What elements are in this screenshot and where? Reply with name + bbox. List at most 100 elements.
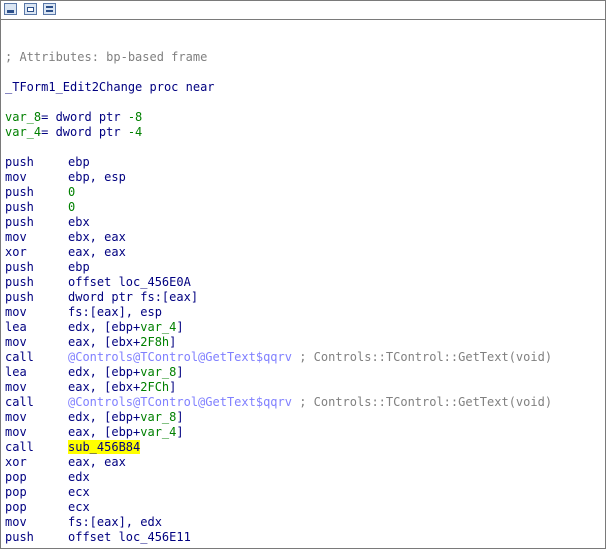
instruction-line[interactable]: mov eax, [ebp+var_4] [5, 425, 605, 440]
operand-suffix: ] [169, 335, 177, 349]
instruction-line[interactable]: xor eax, eax [5, 455, 605, 470]
var-reference[interactable]: var_8 [140, 365, 176, 379]
operand-prefix: eax, [ebx+ [68, 380, 141, 394]
mnemonic: lea [5, 365, 27, 379]
numeric-operand: 2F8h [140, 335, 170, 349]
instruction-line[interactable]: pop ecx [5, 500, 605, 515]
instruction-line[interactable]: call @Controls@TControl@GetText$qqrv ; Co… [5, 395, 605, 410]
operand: offset loc_456E11 [68, 530, 191, 544]
operand-suffix: ] [176, 320, 184, 334]
instruction-line[interactable]: mov eax, [ebx+2FCh] [5, 380, 605, 395]
call-comment: ; Controls::TControl::GetText(void) [291, 395, 553, 409]
mnemonic: push [5, 530, 34, 544]
operand: ebx, eax [68, 230, 126, 244]
operand-prefix: edx, [ebp+ [68, 320, 141, 334]
instruction-line[interactable]: lea edx, [ebp+var_8] [5, 365, 605, 380]
operand: ebp [68, 260, 90, 274]
external-call-target[interactable]: @Controls@TControl@GetText$qqrv [68, 395, 292, 409]
mnemonic: pop [5, 500, 27, 514]
operand: ebp [68, 155, 90, 169]
var-name[interactable]: var_8 [5, 110, 41, 124]
instruction-line[interactable]: mov edx, [ebp+var_8] [5, 410, 605, 425]
instruction-line[interactable]: lea edx, [ebp+var_4] [5, 320, 605, 335]
mnemonic: lea [5, 320, 27, 334]
operand-suffix: ] [176, 365, 184, 379]
instruction-line[interactable]: push 0 [5, 200, 605, 215]
operand: ecx [68, 500, 90, 514]
instruction-line[interactable]: push ebp [5, 155, 605, 170]
var-name[interactable]: var_4 [5, 125, 41, 139]
operand-suffix: ] [176, 425, 184, 439]
numeric-operand: 0 [68, 200, 76, 214]
mnemonic: call [5, 395, 34, 409]
instruction-line[interactable]: push offset loc_456E11 [5, 530, 605, 545]
var-reference[interactable]: var_4 [140, 425, 176, 439]
mnemonic: mov [5, 515, 27, 529]
mnemonic: push [5, 275, 34, 289]
mnemonic: mov [5, 380, 27, 394]
instruction-line[interactable]: mov fs:[eax], esp [5, 305, 605, 320]
mnemonic: push [5, 260, 34, 274]
mnemonic: push [5, 185, 34, 199]
operand-suffix: ] [169, 380, 177, 394]
var-reference[interactable]: var_4 [140, 320, 176, 334]
disassembly-listing: ; Attributes: bp-based frame _TForm1_Edi… [5, 20, 605, 545]
instruction-line[interactable]: call sub_456B84 [5, 440, 605, 455]
proc-header[interactable]: _TForm1_Edit2Change proc near [5, 80, 605, 95]
operand-prefix: edx, [ebp+ [68, 410, 141, 424]
var-reference[interactable]: var_8 [140, 410, 176, 424]
mnemonic: pop [5, 485, 27, 499]
disassembly-window: ; Attributes: bp-based frame _TForm1_Edi… [0, 0, 606, 549]
instruction-line[interactable]: push ebx [5, 215, 605, 230]
operand-suffix: ] [176, 410, 184, 424]
instruction-line[interactable]: push dword ptr fs:[eax] [5, 290, 605, 305]
instruction-line[interactable]: push offset loc_456E0A [5, 275, 605, 290]
instruction-line[interactable]: mov eax, [ebx+2F8h] [5, 335, 605, 350]
mnemonic: call [5, 440, 34, 454]
instruction-line[interactable]: push ebp [5, 260, 605, 275]
view-toolbar [1, 1, 605, 20]
graph-view-icon[interactable] [4, 3, 17, 15]
operand-prefix: eax, [ebx+ [68, 335, 141, 349]
operand: eax, eax [68, 455, 126, 469]
instruction-line[interactable]: xor eax, eax [5, 245, 605, 260]
var-definition: var_8= dword ptr -8 [5, 110, 605, 125]
operand: ebx [68, 215, 90, 229]
operand: fs:[eax], edx [68, 515, 162, 529]
numeric-operand: 2FCh [140, 380, 170, 394]
instruction-line[interactable]: pop edx [5, 470, 605, 485]
operand-prefix: eax, [ebp+ [68, 425, 141, 439]
instruction-list: push ebp mov ebp, esp push 0 push 0 push ebx mov eb… [5, 155, 605, 545]
instruction-line[interactable]: call @Controls@TControl@GetText$qqrv ; Co… [5, 350, 605, 365]
instruction-line[interactable]: pop ecx [5, 485, 605, 500]
numeric-operand: 0 [68, 185, 76, 199]
mnemonic: mov [5, 335, 27, 349]
flowchart-icon[interactable] [24, 3, 37, 15]
operand: dword ptr fs:[eax] [68, 290, 199, 304]
mnemonic: xor [5, 455, 27, 469]
instruction-line[interactable]: push 0 [5, 185, 605, 200]
instruction-line[interactable]: mov ebp, esp [5, 170, 605, 185]
var-definition: var_4= dword ptr -4 [5, 125, 605, 140]
mnemonic: xor [5, 245, 27, 259]
mnemonic: push [5, 215, 34, 229]
mnemonic: pop [5, 470, 27, 484]
var-type: = dword ptr [41, 110, 128, 124]
subroutine-reference[interactable]: sub_456B84 [68, 440, 141, 454]
mnemonic: push [5, 200, 34, 214]
var-type: = dword ptr [41, 125, 128, 139]
mnemonic: push [5, 290, 34, 304]
mnemonic: mov [5, 230, 27, 244]
mnemonic: push [5, 155, 34, 169]
call-comment: ; Controls::TControl::GetText(void) [291, 350, 553, 364]
instruction-line[interactable]: mov ebx, eax [5, 230, 605, 245]
mnemonic: mov [5, 425, 27, 439]
text-view-icon[interactable] [43, 3, 56, 15]
operand: edx [68, 470, 90, 484]
operand: fs:[eax], esp [68, 305, 162, 319]
external-call-target[interactable]: @Controls@TControl@GetText$qqrv [68, 350, 292, 364]
operand: eax, eax [68, 245, 126, 259]
attributes-comment: ; Attributes: bp-based frame [5, 50, 208, 64]
mnemonic: mov [5, 410, 27, 424]
instruction-line[interactable]: mov fs:[eax], edx [5, 515, 605, 530]
